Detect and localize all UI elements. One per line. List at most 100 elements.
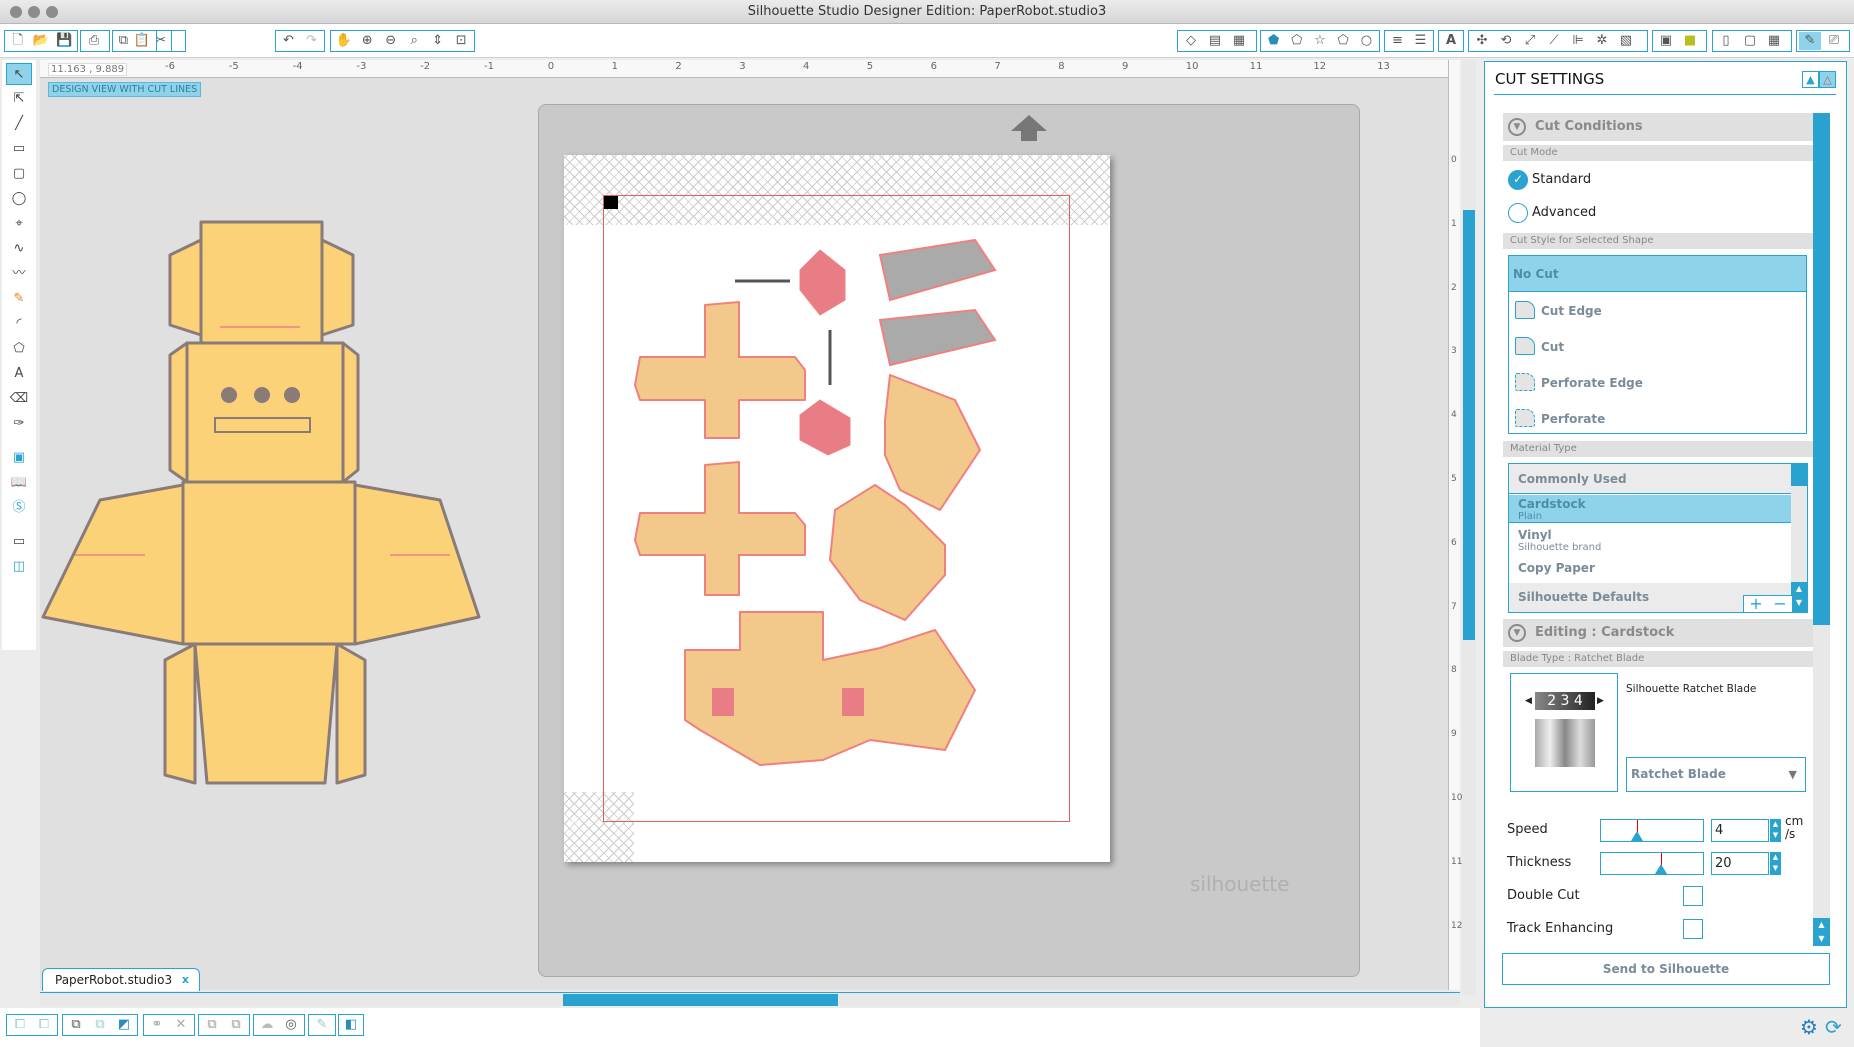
speed-slider[interactable] [1600,819,1704,842]
sketch-icon[interactable]: ✎ [311,1016,333,1034]
vertical-scroll-thumb[interactable] [1463,210,1475,640]
group-icon[interactable]: ⧠ [9,1016,31,1034]
collapse-chevron-icon[interactable]: ▼ [1508,118,1526,136]
remove-material-button[interactable]: − [1773,596,1786,612]
cut-style-perforate-edge[interactable]: Perforate Edge [1509,365,1806,401]
weld-icon[interactable]: ⚭ [146,1016,168,1034]
modify-icon[interactable]: ▧ [1615,32,1637,50]
close-tab-icon[interactable]: x [182,969,189,991]
cut-style-no-cut[interactable]: No Cut [1509,256,1806,292]
advanced-radio[interactable] [1508,203,1528,223]
bottom-toolbar: ⧠ ⧠ ⧉ ⧉ ◩ ⚭ ✕ ⧉ ⧉ ☁ ◎ ✎ ◧ [0,1008,1480,1047]
title-divider [1494,94,1836,95]
make-compound-icon[interactable]: ⧉ [65,1016,87,1034]
cut-edge-icon [1515,301,1535,319]
dock-panel-button[interactable]: ▲ [1802,71,1819,88]
send-backward-icon[interactable]: ⧉ [225,1016,247,1034]
cut-conditions-header[interactable]: ▼ Cut Conditions [1503,113,1813,141]
cut-style-perforate[interactable]: Perforate [1509,401,1806,437]
cut-icon[interactable]: ⎚ [1823,32,1845,50]
editing-header[interactable]: ▼ Editing : Cardstock [1503,619,1813,647]
cut-style-cut-edge[interactable]: Cut Edge [1509,293,1806,329]
thickness-stepper[interactable]: ▲ ▼ [1770,852,1781,875]
cut-style-cut[interactable]: Cut [1509,329,1806,365]
silhouette-watermark: silhouette [1190,872,1290,896]
vertical-scrollbar[interactable] [1462,60,1476,995]
blade-type-label: Blade Type : Ratchet Blade [1503,651,1813,667]
panel-scroll-arrows[interactable]: ▲ ▼ [1813,918,1830,946]
blade-next-icon[interactable]: ▶ [1597,696,1604,706]
perforate-icon [1515,409,1535,427]
scale-icon[interactable]: ⤢ [1519,32,1541,50]
blade-image: ◀ ▶ 2 3 4 [1510,673,1618,792]
horizontal-scroll-thumb[interactable] [563,994,838,1006]
cutter-icon[interactable]: ▯ [1715,32,1737,50]
horizontal-scrollbar[interactable] [40,992,1460,1006]
material-commonly-used[interactable]: Commonly Used [1509,464,1793,494]
thickness-input[interactable]: 20 [1711,852,1769,875]
gear-icon[interactable]: ⚙ [1800,1015,1818,1039]
thickness-slider[interactable] [1600,852,1704,875]
flap [168,238,203,337]
send-to-cutter-icon[interactable]: ✎ [1799,32,1821,50]
bring-forward-icon[interactable]: ⧉ [201,1016,223,1034]
offset-shape-icon[interactable]: ☁ [256,1016,278,1034]
track-enhancing-checkbox[interactable] [1683,919,1703,939]
material-vinyl[interactable]: Vinyl Silhouette brand [1509,525,1793,553]
document-tab-label: PaperRobot.studio3 [55,973,173,987]
transform-group: ✣ ⟲ ⤢ ⟋ ⊫ ✲ ▧ [1468,30,1648,52]
cut-style-label: Cut Style for Selected Shape [1503,233,1813,249]
blade-body-icon [1535,719,1595,767]
material-copy-paper[interactable]: Copy Paper [1509,554,1793,582]
effects-group: ▣ ■ [1652,30,1707,52]
panel-scroll-thumb[interactable] [1813,113,1830,625]
cut-icon [1515,337,1535,355]
release-compound-icon[interactable]: ⧉ [89,1016,111,1034]
material-cardstock[interactable]: Cardstock Plain [1509,495,1793,523]
blade-select[interactable]: Ratchet Blade ▼ [1626,757,1806,792]
store-icon[interactable]: ▢ [1739,32,1761,50]
registration-icon[interactable]: ◎ [280,1016,302,1034]
track-enhancing-label: Track Enhancing [1507,921,1614,936]
panel-title: CUT SETTINGS [1495,70,1605,88]
delete-icon[interactable]: ✕ [170,1016,192,1034]
blade-dial: 2 3 4 [1535,692,1595,710]
speed-input[interactable]: 4 [1711,819,1769,842]
double-cut-checkbox[interactable] [1683,886,1703,906]
ungroup-icon[interactable]: ⧠ [33,1016,55,1034]
blade-name: Silhouette Ratchet Blade [1626,683,1757,695]
blade-prev-icon[interactable]: ◀ [1525,696,1532,706]
speed-unit: cm /s [1785,814,1804,841]
material-type-label: Material Type [1503,441,1813,457]
library-icon[interactable]: ▦ [1763,32,1785,50]
cut-mode-label: Cut Mode [1503,145,1813,161]
offset-icon[interactable]: ■ [1679,32,1701,50]
refresh-icon[interactable]: ⟳ [1825,1015,1842,1039]
add-material-button[interactable]: + [1749,596,1762,612]
perforate-edge-icon [1515,373,1535,391]
collapse-panel-button[interactable]: △ [1819,71,1836,88]
collapse-chevron-icon[interactable]: ▼ [1508,624,1526,642]
standard-label: Standard [1532,172,1592,187]
speed-stepper[interactable]: ▲ ▼ [1770,819,1781,842]
panel-scrollbar[interactable]: ▲ ▼ [1813,113,1830,946]
layers-icon[interactable]: ◧ [341,1016,361,1034]
dropdown-arrow-icon: ▼ [1788,768,1797,781]
align-icon[interactable]: ⊫ [1567,32,1589,50]
select-all-icon[interactable]: ◩ [113,1016,135,1034]
device-group: ▯ ▢ ▦ [1712,30,1792,52]
knife-icon[interactable]: ⟋ [1543,32,1565,50]
image-effects-icon[interactable]: ▣ [1655,32,1677,50]
double-cut-label: Double Cut [1507,888,1580,903]
material-list-scrollbar[interactable]: ▲ ▼ [1791,464,1807,612]
document-tab[interactable]: PaperRobot.studio3 x [42,968,200,991]
thickness-label: Thickness [1507,855,1572,870]
rotate-icon[interactable]: ⟲ [1495,32,1517,50]
send-to-silhouette-button[interactable]: Send to Silhouette [1502,953,1830,985]
replicate-icon[interactable]: ✣ [1471,32,1493,50]
send-group: ✎ ⎚ [1796,30,1850,52]
standard-radio[interactable]: ✓ [1508,170,1528,190]
speed-label: Speed [1507,822,1548,837]
feed-direction-arrow-icon [1011,115,1047,141]
trace-icon[interactable]: ✲ [1591,32,1613,50]
